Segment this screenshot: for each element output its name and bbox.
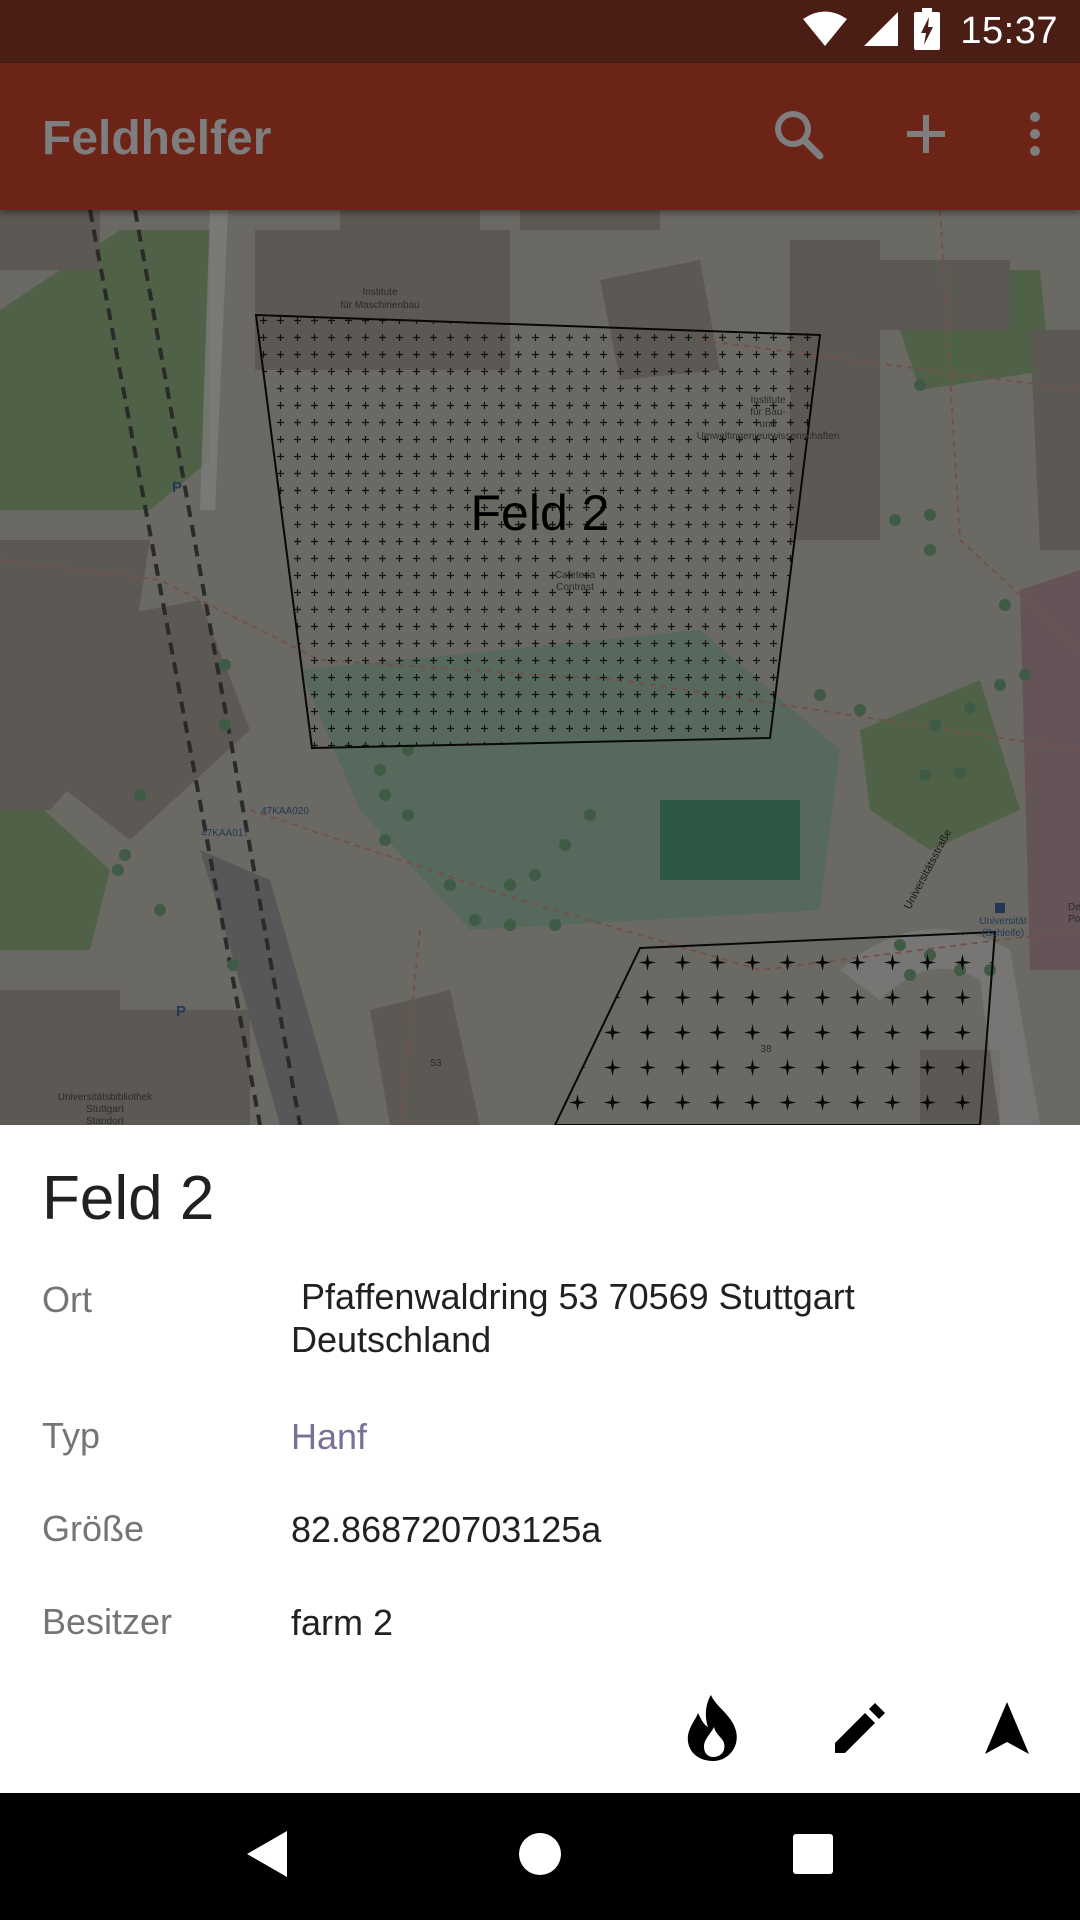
detail-label-typ: Typ [42,1415,101,1456]
map-view[interactable]: PP Institute für Maschinenbau Institute … [0,210,1080,1125]
recents-button[interactable] [743,1793,883,1920]
label-bus-stop-2: 47KAA020 [261,806,309,817]
detail-label-groesse: Größe [42,1508,145,1549]
status-time: 15:37 [960,10,1058,52]
add-button[interactable] [862,63,990,210]
label-university-stop-2: (Schleife) [982,928,1024,939]
label-bus-stop-1: 47KAA017 [201,828,249,839]
recents-icon [793,1834,834,1879]
label-edge-1: De [1068,902,1080,913]
home-button[interactable] [470,1793,610,1920]
label-university-stop-1: Universität [979,916,1026,927]
detail-value-groesse: 82.868720703125a [291,1509,602,1550]
battery-charging-icon [914,8,941,55]
fire-button[interactable] [639,1680,786,1780]
label-library-3: Standort [86,1116,124,1125]
navigation-icon [984,1701,1029,1759]
label-library-2: Stuttgart [86,1104,124,1115]
status-bar: 15:37 [0,0,1080,63]
label-library-1: Universitätsbibliothek [58,1092,153,1103]
map-canvas: PP Institute für Maschinenbau Institute … [0,210,1080,1125]
wifi-icon [802,10,848,53]
svg-text:P: P [172,479,182,496]
edit-icon [834,1702,885,1758]
label-institute-bau-3: und [760,419,777,430]
status-icons: 15:37 [802,0,1058,63]
detail-value-typ[interactable]: Hanf [291,1415,1011,1458]
navigate-button[interactable] [933,1680,1080,1780]
add-icon [904,112,948,161]
label-edge-2: Po [1068,914,1080,925]
field-detail-sheet: Feld 2 Ort Pfaffenwaldring 53 70569 Stut… [0,1125,1080,1793]
screen: 15:37 Feldhelfer P P Institute für Masch… [0,0,1080,1920]
more-options-button[interactable] [990,63,1080,210]
sheet-actions [639,1680,1080,1780]
field-2-map-label: Feld 2 [471,485,610,541]
label-cafeteria-1: Cafeteria [555,570,596,581]
edit-button[interactable] [786,1680,933,1780]
app-actions [734,63,1080,210]
search-button[interactable] [734,63,862,210]
search-icon [772,108,824,165]
label-cafeteria-2: Contrast [556,582,594,593]
signal-icon [862,10,900,53]
fire-icon [684,1694,742,1766]
back-button[interactable] [197,1793,337,1920]
label-institute-bau-1: Institute [750,395,785,406]
back-icon [246,1831,287,1882]
detail-label-ort: Ort [42,1279,92,1320]
label-number-38: 38 [760,1044,772,1055]
label-institute-machine-2: für Maschinenbau [340,300,420,311]
label-institute-bau-4: Umweltingenieurwissenschaften [697,431,840,442]
label-number-53: 53 [430,1058,442,1069]
app-title: Feldhelfer [42,112,272,165]
more-vert-icon [1028,111,1042,162]
label-institute-machine-1: Institute [362,287,397,298]
detail-value-besitzer: farm 2 [291,1602,394,1643]
detail-value-ort: Pfaffenwaldring 53 70569 Stuttgart Deuts… [291,1276,865,1360]
label-institute-bau-2: für Bau- [750,407,786,418]
field-title: Feld 2 [42,1164,215,1233]
home-icon [518,1832,562,1881]
pitch [660,800,800,880]
system-nav-bar [0,1793,1080,1920]
detail-label-besitzer: Besitzer [42,1601,173,1642]
app-bar: Feldhelfer [0,63,1080,210]
svg-text:P: P [176,1003,186,1020]
